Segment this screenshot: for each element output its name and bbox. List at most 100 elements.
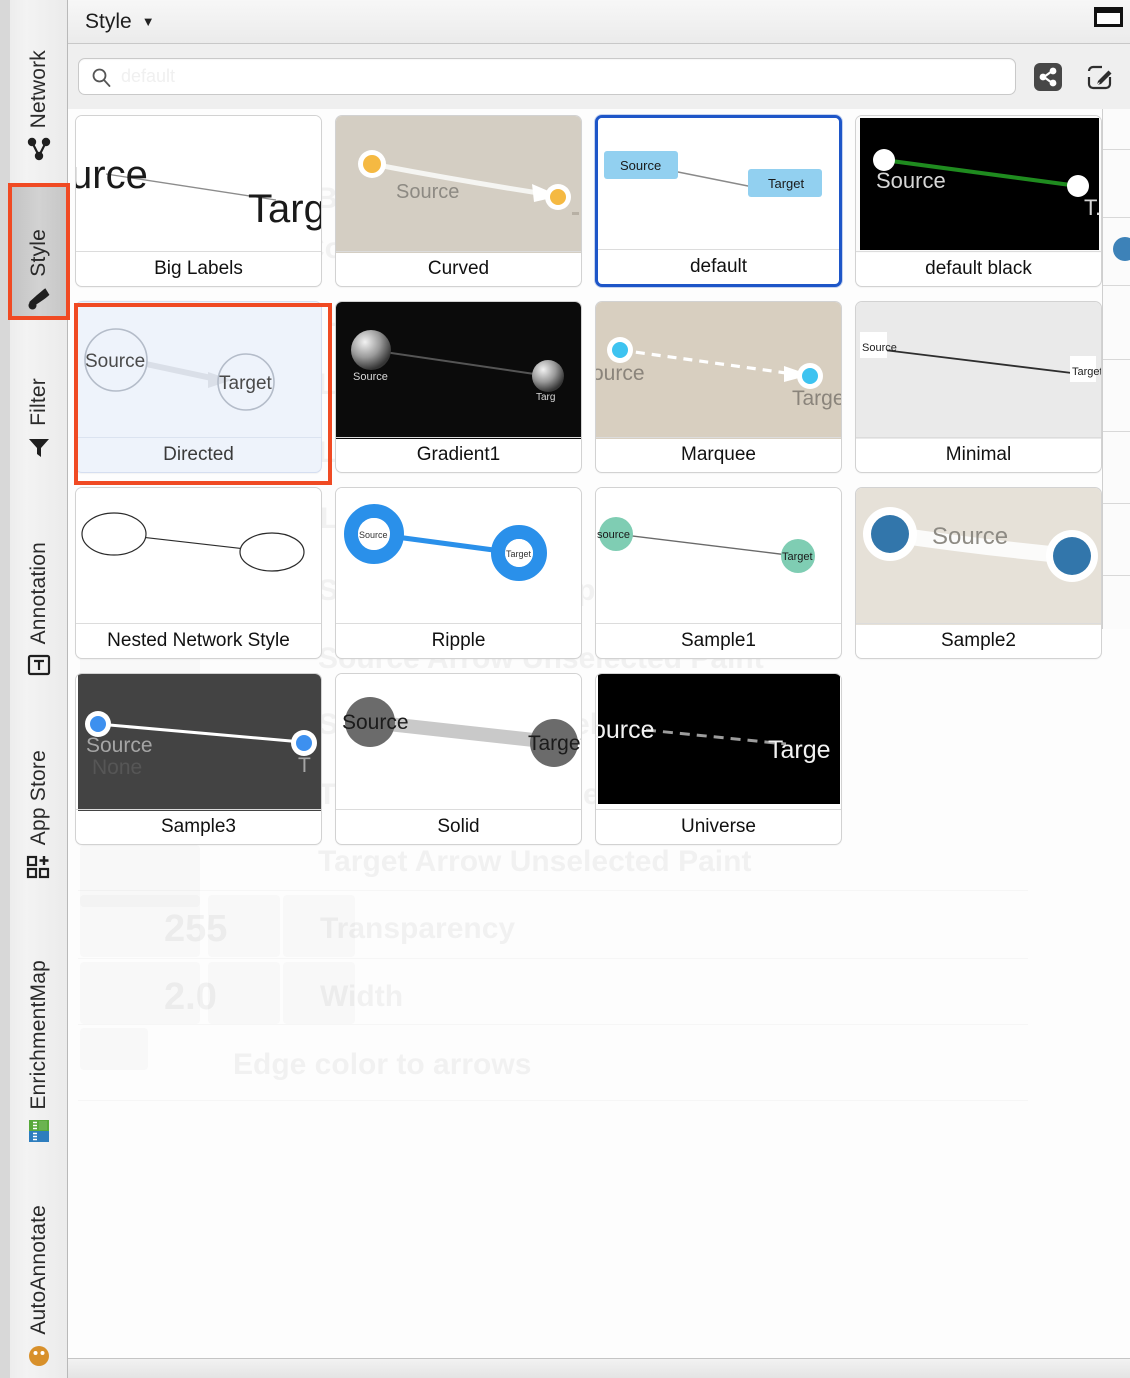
style-tile-gradient1[interactable]: Source Targ Gradient1 <box>335 301 582 473</box>
style-thumbnail: ource Targe <box>596 674 841 811</box>
search-box[interactable] <box>78 58 1016 95</box>
sidebar-item-enrichment-map[interactable]: EnrichmentMap <box>10 905 68 1150</box>
svg-text:T: T <box>298 754 311 777</box>
style-thumbnail: Source Target <box>336 488 581 625</box>
share-icon[interactable] <box>1028 57 1068 97</box>
style-tile-curved[interactable]: Source Curved <box>335 115 582 287</box>
style-thumbnail: Source <box>856 488 1101 625</box>
edit-icon[interactable] <box>1080 57 1120 97</box>
style-gallery: urce Targ Big Labels Source Curved Sourc… <box>68 109 1130 1378</box>
svg-text:Target: Target <box>1072 366 1101 378</box>
style-toolbar <box>68 44 1130 109</box>
style-tile-ripple[interactable]: Source Target Ripple <box>335 487 582 659</box>
style-tile-universe[interactable]: ource Targe Universe <box>595 673 842 845</box>
style-thumbnail: Source T. <box>856 116 1101 253</box>
style-panel: Style ▼ default Target Arrow Unselected … <box>68 0 1130 1378</box>
panel-header: Style ▼ <box>68 0 1130 44</box>
enrichment-map-icon <box>24 1116 54 1146</box>
network-icon <box>24 134 54 164</box>
style-tile-marquee[interactable]: ource Targe Marquee <box>595 301 842 473</box>
text-box-icon <box>24 650 54 680</box>
style-thumbnail: Source Target <box>76 302 321 439</box>
sidebar-item-app-store[interactable]: App Store <box>10 700 68 885</box>
sidebar-item-network[interactable]: Network <box>10 8 68 168</box>
style-tile-nested-network-style[interactable]: Nested Network Style <box>75 487 322 659</box>
sidebar-item-label: AutoAnnotate <box>27 1205 50 1335</box>
style-tile-minimal[interactable]: Source Target Minimal <box>855 301 1102 473</box>
bottom-strip <box>68 1358 1130 1378</box>
style-tile-solid[interactable]: Source Target Solid <box>335 673 582 845</box>
svg-text:Targ: Targ <box>248 187 321 231</box>
style-tile-label: Sample2 <box>856 623 1101 658</box>
style-tile-sample1[interactable]: source Target Sample1 <box>595 487 842 659</box>
rail-edge-shadow <box>0 0 10 1378</box>
sidebar-item-annotation[interactable]: Annotation <box>10 484 68 684</box>
svg-text:T.: T. <box>1084 195 1101 220</box>
style-thumbnail: urce Targ <box>76 116 321 253</box>
style-tile-label: Directed <box>76 437 321 472</box>
style-tile-label: Gradient1 <box>336 437 581 472</box>
style-thumbnail: Source Target <box>856 302 1101 439</box>
sidebar-item-auto-annotate[interactable]: AutoAnnotate <box>10 1165 68 1375</box>
sidebar-item-label: App Store <box>27 749 50 845</box>
sidebar-item-style[interactable]: Style <box>10 185 68 318</box>
page-title: Style <box>85 9 132 33</box>
style-tile-label: Universe <box>596 809 841 844</box>
style-tile-big-labels[interactable]: urce Targ Big Labels <box>75 115 322 287</box>
style-tile-label: Minimal <box>856 437 1101 472</box>
style-tile-default[interactable]: Source Target default <box>595 115 842 287</box>
node-preview-dot <box>1113 237 1130 261</box>
style-thumbnail: Source Targ <box>336 302 581 439</box>
svg-text:Source: Source <box>359 530 388 540</box>
svg-text:ource: ource <box>596 362 645 385</box>
style-tile-default-black[interactable]: Source T. default black <box>855 115 1102 287</box>
svg-text:Target: Target <box>768 176 805 191</box>
svg-text:Source: Source <box>876 168 946 193</box>
style-tile-label: Curved <box>336 251 581 286</box>
style-thumbnail: Source T None <box>76 674 321 811</box>
chevron-down-icon[interactable]: ▼ <box>142 14 155 29</box>
svg-text:urce: urce <box>76 153 148 197</box>
style-thumbnail: Source <box>336 116 581 253</box>
svg-text:Source: Source <box>396 181 459 203</box>
svg-text:Targe: Targe <box>768 736 831 764</box>
sidebar-item-label: Filter <box>27 378 50 426</box>
search-input[interactable] <box>119 65 915 88</box>
adjacent-panel-sliver <box>1102 109 1130 629</box>
sidebar-item-label: Network <box>27 49 50 128</box>
style-tile-label: Sample1 <box>596 623 841 658</box>
svg-text:Target: Target <box>782 551 813 563</box>
style-tile-label: Ripple <box>336 623 581 658</box>
svg-text:Source: Source <box>620 158 661 173</box>
left-tab-rail: Network Style Filter Annotation App Stor… <box>0 0 68 1378</box>
style-tile-sample2[interactable]: Source Sample2 <box>855 487 1102 659</box>
style-tile-directed[interactable]: Source Target Directed <box>75 301 322 473</box>
style-tile-label: Big Labels <box>76 251 321 286</box>
svg-text:Targe: Targe <box>792 387 841 410</box>
svg-text:Targ: Targ <box>536 392 555 403</box>
style-tile-label: Solid <box>336 809 581 844</box>
style-tile-label: Marquee <box>596 437 841 472</box>
sidebar-item-label: EnrichmentMap <box>27 960 50 1110</box>
sidebar-item-label: Style <box>27 229 50 277</box>
svg-text:ource: ource <box>596 716 655 744</box>
svg-text:Source: Source <box>86 734 153 757</box>
svg-text:source: source <box>597 529 630 541</box>
sidebar-item-filter[interactable]: Filter <box>10 336 68 466</box>
sidebar-item-label: Annotation <box>27 541 50 644</box>
svg-text:Source: Source <box>353 371 388 383</box>
svg-text:Source: Source <box>342 711 409 734</box>
style-tile-sample3[interactable]: Source T None Sample3 <box>75 673 322 845</box>
style-thumbnail <box>76 488 321 625</box>
svg-text:Target: Target <box>528 732 581 755</box>
style-thumbnail: Source Target <box>336 674 581 811</box>
style-tile-label: default <box>598 249 839 284</box>
style-tile-label: default black <box>856 251 1101 286</box>
svg-text:Target: Target <box>219 373 273 394</box>
search-icon <box>91 67 111 87</box>
float-window-icon[interactable] <box>1094 6 1124 28</box>
filter-icon <box>24 432 54 462</box>
style-tile-label: Sample3 <box>76 809 321 844</box>
auto-annotate-icon <box>24 1341 54 1371</box>
style-tile-label: Nested Network Style <box>76 623 321 658</box>
